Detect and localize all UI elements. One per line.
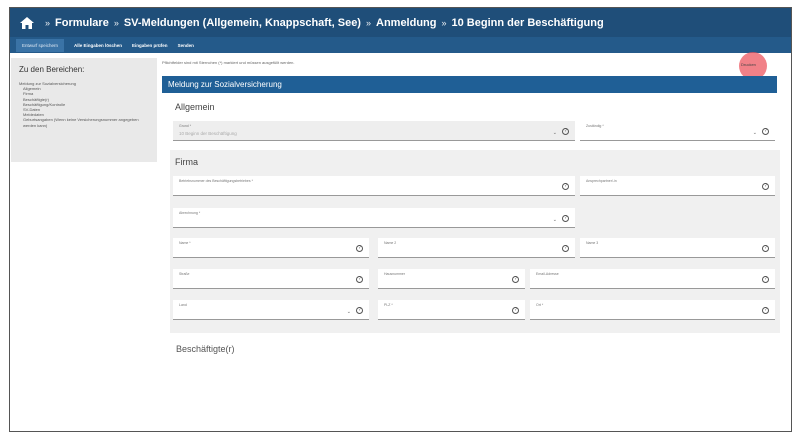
section-title-allgemein: Allgemein — [175, 102, 215, 112]
name3-label: Name 3 — [586, 241, 599, 245]
action-toolbar: Entwurf speichern Alle Eingaben löschen … — [10, 37, 791, 53]
help-icon[interactable]: ? — [562, 245, 569, 252]
zustaendig-label: Zuständig * — [586, 124, 604, 128]
abrechnung-label: Abrechnung * — [179, 211, 201, 215]
betriebsnummer-field[interactable]: Betriebsnummer des Beschäftigungsbetrieb… — [173, 176, 575, 196]
help-icon[interactable]: ? — [762, 307, 769, 314]
name3-field[interactable]: Name 3 ? — [580, 238, 775, 258]
email-label: Email-Adresse — [536, 272, 559, 276]
zustaendig-field[interactable]: Zuständig * ⌄ ? — [580, 121, 775, 141]
name1-field[interactable]: Name * ? — [173, 238, 369, 258]
grund-field[interactable]: Grund * 10 Beginn der Beschäftigung ⌄ ? — [173, 121, 575, 141]
sidebar-item-geburtsangaben[interactable]: Geburtsangaben (Wenn keine Versicherungs… — [19, 117, 149, 127]
breadcrumb-separator: » — [365, 17, 371, 28]
chevron-down-icon[interactable]: ⌄ — [753, 130, 757, 136]
help-icon[interactable]: ? — [356, 245, 363, 252]
land-label: Land — [179, 303, 187, 307]
check-inputs-button[interactable]: Eingaben prüfen — [132, 43, 168, 48]
name2-label: Name 2 — [384, 241, 397, 245]
breadcrumb-current: 10 Beginn der Beschäftigung — [451, 16, 604, 29]
send-button[interactable]: Senden — [178, 43, 194, 48]
help-icon[interactable]: ? — [356, 307, 363, 314]
breadcrumb-sv-meldungen[interactable]: SV-Meldungen (Allgemein, Knappschaft, Se… — [124, 17, 361, 29]
breadcrumb-separator: » — [45, 17, 51, 28]
strasse-field[interactable]: Straße ? — [173, 269, 369, 289]
plz-field[interactable]: PLZ * ? — [378, 300, 525, 320]
betriebsnummer-label: Betriebsnummer des Beschäftigungsbetrieb… — [179, 179, 253, 183]
plz-label: PLZ * — [384, 303, 393, 307]
name1-label: Name * — [179, 241, 191, 245]
help-icon[interactable]: ? — [512, 307, 519, 314]
name2-field[interactable]: Name 2 ? — [378, 238, 575, 258]
section-title-beschaeftigte: Beschäftigte(r) — [176, 344, 235, 354]
home-icon[interactable] — [20, 16, 34, 29]
ort-label: Ort * — [536, 303, 544, 307]
ansprechpartner-field[interactable]: Ansprechpartner/-in ? — [580, 176, 775, 196]
help-icon[interactable]: ? — [562, 128, 569, 135]
ansprechpartner-label: Ansprechpartner/-in — [586, 179, 617, 183]
help-icon[interactable]: ? — [512, 276, 519, 283]
help-icon[interactable]: ? — [562, 183, 569, 190]
breadcrumb-formulare[interactable]: Formulare — [55, 17, 109, 29]
breadcrumb-separator: » — [113, 17, 119, 28]
hausnummer-label: Hausnummer — [384, 272, 406, 276]
grund-value: 10 Beginn der Beschäftigung — [179, 131, 237, 136]
help-icon[interactable]: ? — [762, 183, 769, 190]
land-field[interactable]: Land ⌄ ? — [173, 300, 369, 320]
help-icon[interactable]: ? — [356, 276, 363, 283]
chevron-down-icon[interactable]: ⌄ — [347, 309, 351, 315]
help-icon[interactable]: ? — [762, 128, 769, 135]
hausnummer-field[interactable]: Hausnummer ? — [378, 269, 525, 289]
breadcrumb-anmeldung[interactable]: Anmeldung — [376, 17, 437, 29]
sidebar-title: Zu den Bereichen: — [19, 65, 85, 74]
help-icon[interactable]: ? — [562, 215, 569, 222]
section-navigation: Zu den Bereichen: Meldung zur Sozialvers… — [11, 58, 157, 162]
panel-title: Meldung zur Sozialversicherung — [162, 76, 777, 93]
breadcrumb-bar: » Formulare » SV-Meldungen (Allgemein, K… — [10, 8, 791, 37]
chevron-down-icon[interactable]: ⌄ — [553, 130, 557, 136]
grund-label: Grund * — [179, 124, 192, 128]
save-draft-button[interactable]: Entwurf speichern — [16, 38, 65, 52]
email-field[interactable]: Email-Adresse ? — [530, 269, 775, 289]
required-fields-notice: Pflichtfelder sind mit Sternchen (*) mar… — [162, 60, 295, 65]
clear-inputs-button[interactable]: Alle Eingaben löschen — [74, 43, 122, 48]
print-link[interactable]: Drucken — [741, 62, 756, 67]
help-icon[interactable]: ? — [762, 245, 769, 252]
strasse-label: Straße — [179, 272, 190, 276]
chevron-down-icon[interactable]: ⌄ — [553, 217, 557, 223]
breadcrumb-separator: » — [441, 17, 447, 28]
ort-field[interactable]: Ort * ? — [530, 300, 775, 320]
abrechnung-field[interactable]: Abrechnung * ⌄ ? — [173, 208, 575, 228]
section-title-firma: Firma — [175, 157, 198, 167]
help-icon[interactable]: ? — [762, 276, 769, 283]
